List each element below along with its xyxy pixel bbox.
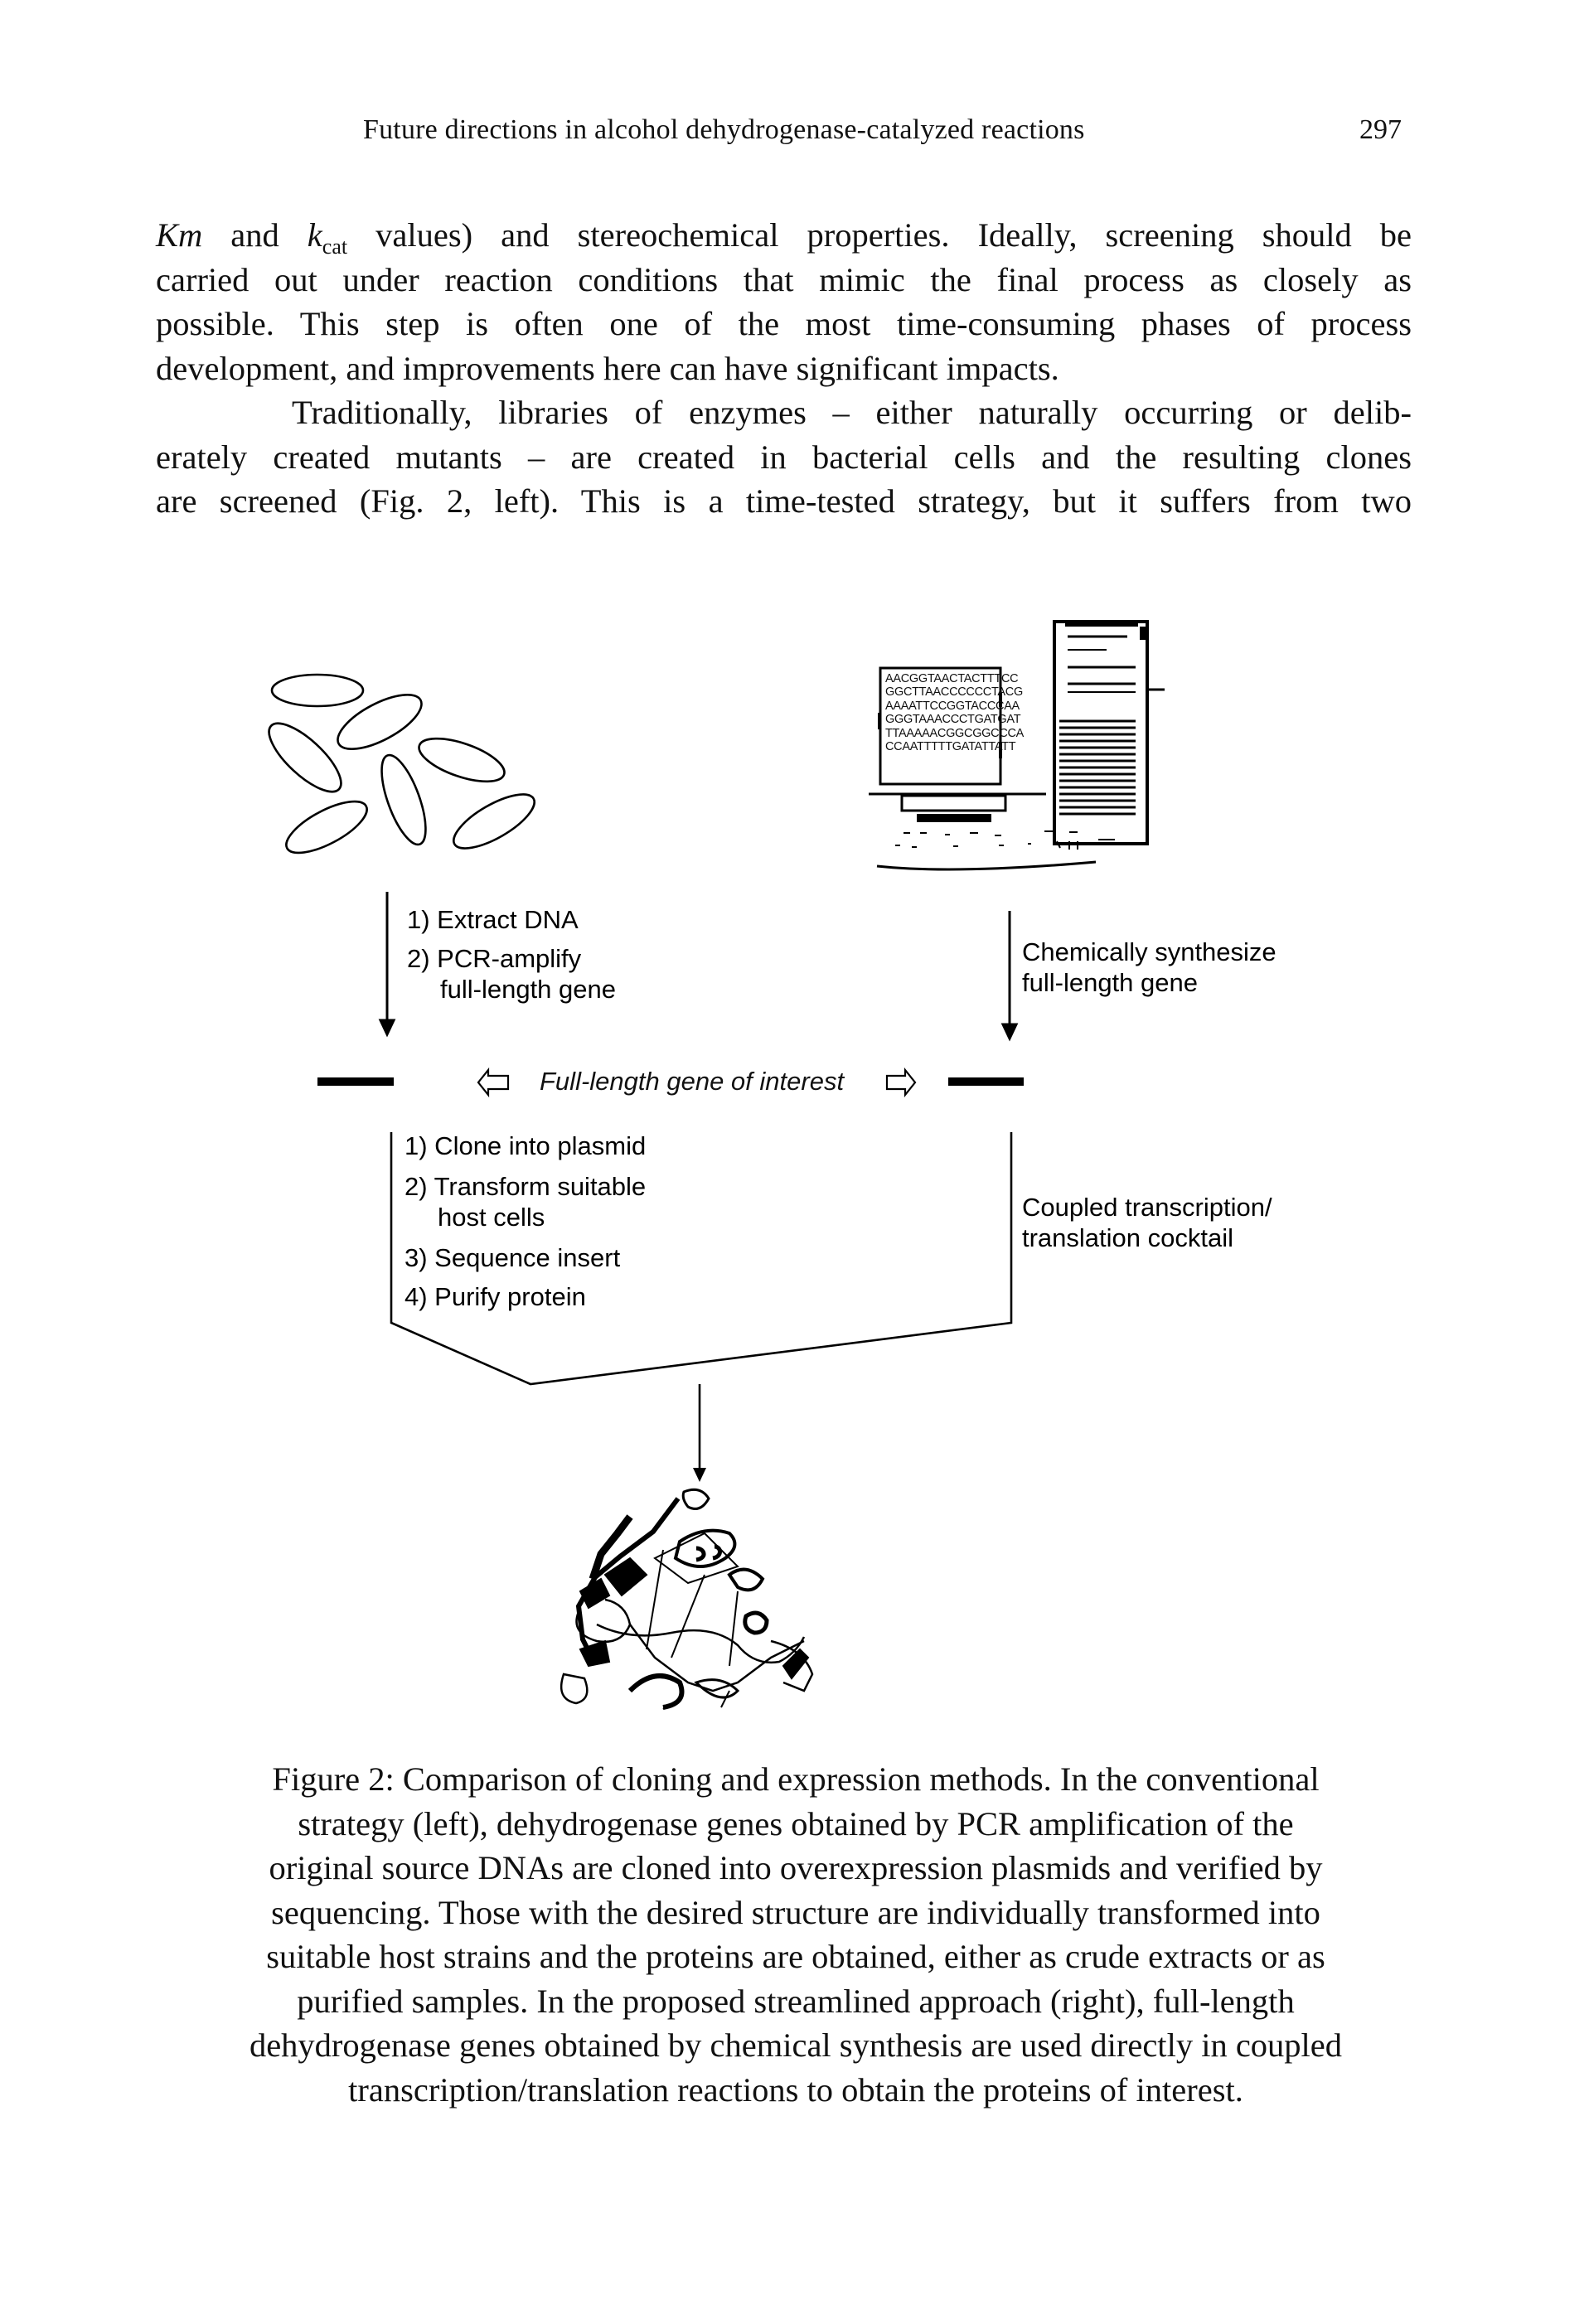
hollow-arrow-left-icon — [477, 1067, 510, 1098]
bacterium-cell — [270, 673, 365, 708]
gene-bar-left — [317, 1077, 394, 1086]
arrow-down-icon — [693, 1468, 706, 1482]
dna-sequence-line: TTAAAAACGGCGGCCCA — [885, 726, 1025, 740]
arrow-left-top — [378, 892, 396, 1038]
dna-sequence-line: CCAATTTTTGATATTATT — [885, 740, 1016, 754]
right-branch-bottom-step: Coupled transcription/ translation cockt… — [1022, 1192, 1272, 1253]
monitor-base — [900, 794, 1007, 812]
step-label: 2) Transform suitable — [405, 1172, 647, 1201]
bacterium-cell — [380, 753, 427, 846]
bacterium-cell — [337, 694, 423, 750]
step-label: 4) Purify protein — [405, 1282, 586, 1311]
step-label: full-length gene — [440, 975, 616, 1004]
bacterium-cell — [268, 722, 342, 793]
caption-line: sequencing. Those with the desired struc… — [271, 1893, 1320, 1931]
step-label: host cells — [438, 1203, 545, 1232]
step-label: 1) Clone into plasmid — [405, 1131, 647, 1160]
step-label: full-length gene — [1022, 968, 1198, 997]
caption-line: transcription/translation reactions to o… — [348, 2070, 1243, 2109]
caption-line: strategy (left), dehydrogenase genes obt… — [298, 1804, 1294, 1842]
bacterium-cell — [285, 800, 368, 855]
step-label: Chemically synthesize — [1022, 937, 1277, 966]
figure-caption: Figure 2: Comparison of cloning and expr… — [149, 1757, 1442, 2112]
tower — [1053, 620, 1149, 845]
caption-line: suitable host strains and the proteins a… — [266, 1938, 1325, 1975]
tower-vents — [1059, 719, 1136, 816]
hollow-arrow-right-icon — [885, 1067, 917, 1098]
bacterium-cell — [418, 737, 506, 783]
caption-line: dehydrogenase genes obtained by chemical… — [249, 2026, 1343, 2064]
left-branch-top-steps: 1) Extract DNA 2) PCR-amplify full-lengt… — [407, 904, 616, 1005]
screen-dna-sequences: AACGGTAACTACTTTCC GGCTTAACCCCCCTACG AAAA… — [885, 672, 1024, 753]
caption-line: purified samples. In the proposed stream… — [297, 1982, 1295, 2020]
step-label: translation cocktail — [1022, 1223, 1234, 1252]
arrow-right-top — [1000, 911, 1019, 1042]
dna-sequence-line: AACGGTAACTACTTTCC — [885, 672, 1019, 685]
left-branch-bottom-steps: 1) Clone into plasmid 2) Transform suita… — [405, 1131, 646, 1312]
step-label: 3) Sequence insert — [405, 1243, 621, 1272]
right-branch-top-step: Chemically synthesize full-length gene — [1022, 937, 1277, 998]
caption-line: Figure 2: Comparison of cloning and expr… — [272, 1760, 1320, 1798]
caption-line: original source DNAs are cloned into ove… — [269, 1849, 1323, 1886]
bacterial-cells-icon — [268, 673, 535, 855]
dna-sequence-line: GGCTTAACCCCCCTACG — [885, 685, 1023, 700]
protein-structure-icon — [560, 1488, 814, 1710]
gene-of-interest-label: Full-length gene of interest — [540, 1067, 845, 1096]
gene-bar-right — [948, 1077, 1024, 1086]
dna-sequence-line: AAAATTCCGGTACCCAA — [885, 699, 1020, 713]
step-label: Coupled transcription/ — [1022, 1193, 1272, 1222]
step-label: 2) PCR-amplify — [407, 944, 582, 973]
step-label: 1) Extract DNA — [407, 905, 579, 934]
dna-sequence-line: GGGTAAACCCTGATGAT — [885, 713, 1021, 727]
bacterium-cell — [453, 793, 535, 850]
